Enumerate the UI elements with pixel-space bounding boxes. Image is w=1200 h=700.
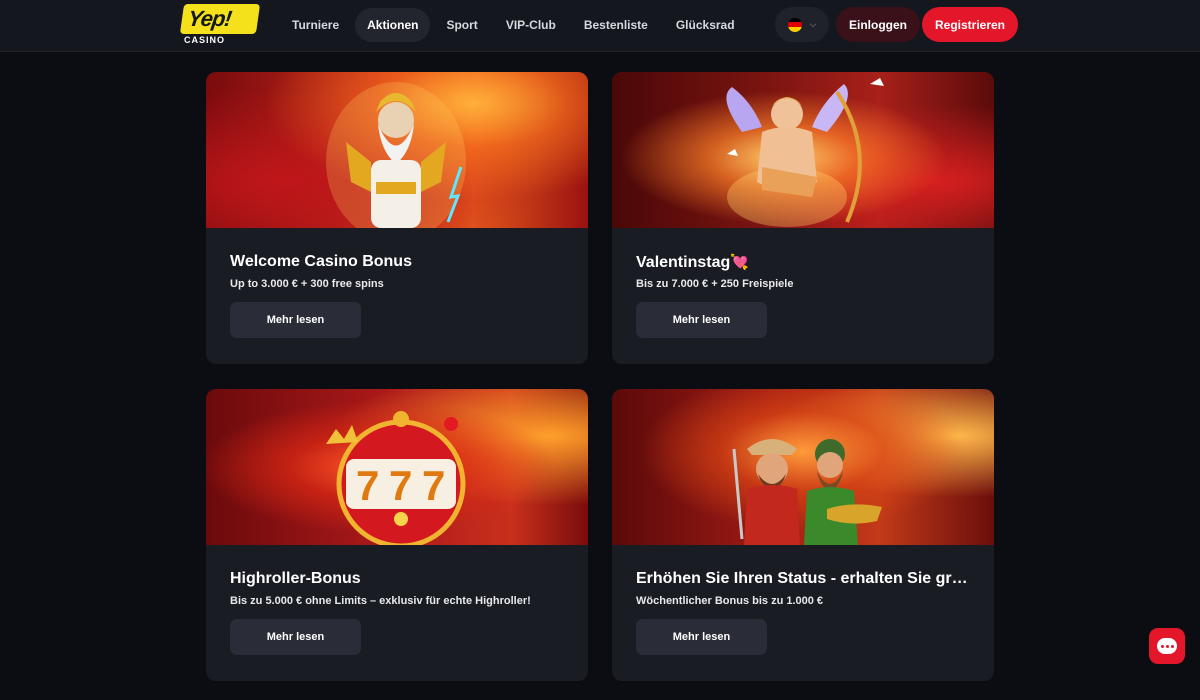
slot-machine-promo-image: 7 7 7 — [206, 389, 588, 545]
promo-subtitle: Up to 3.000 € + 300 free spins — [230, 278, 384, 290]
adventurers-promo-image — [612, 389, 994, 545]
read-more-button[interactable]: Mehr lesen — [230, 302, 361, 338]
heart-arrow-icon: 💘 — [730, 254, 749, 271]
promo-subtitle: Bis zu 5.000 € ohne Limits – exklusiv fü… — [230, 595, 531, 607]
logo-subtitle: CASINO — [184, 35, 226, 45]
promo-card: 7 7 7 Highroller-Bonus Bis zu 5.000 € oh… — [206, 389, 588, 681]
live-chat-button[interactable] — [1149, 628, 1185, 664]
register-button[interactable]: Registrieren — [922, 7, 1018, 42]
promo-card: Valentinstag💘 Bis zu 7.000 € + 250 Freis… — [612, 72, 994, 364]
promo-subtitle: Wöchentlicher Bonus bis zu 1.000 € — [636, 595, 824, 607]
promo-title: Erhöhen Sie Ihren Status - erhalten Sie … — [636, 570, 976, 587]
chevron-down-icon: ⌵ — [809, 19, 817, 29]
top-header: Yep! CASINO Turniere Aktionen Sport VIP-… — [0, 0, 1200, 52]
adventurers-figure-icon — [732, 439, 882, 545]
promo-card: Welcome Casino Bonus Up to 3.000 € + 300… — [206, 72, 588, 364]
login-button[interactable]: Einloggen — [836, 7, 920, 42]
nav-item-gluecksrad[interactable]: Glücksrad — [664, 8, 747, 42]
language-selector[interactable]: ⌵ — [775, 7, 829, 42]
logo-wordmark: Yep! — [179, 4, 261, 34]
promo-title: Welcome Casino Bonus — [230, 253, 412, 270]
cupid-figure-icon — [726, 78, 884, 227]
chat-bubble-icon — [1157, 638, 1177, 654]
promo-title: Highroller-Bonus — [230, 570, 361, 587]
read-more-button[interactable]: Mehr lesen — [636, 302, 767, 338]
slot-777-icon: 7 7 7 — [326, 411, 466, 545]
promo-subtitle: Bis zu 7.000 € + 250 Freispiele — [636, 278, 794, 290]
read-more-button[interactable]: Mehr lesen — [636, 619, 767, 655]
svg-text:7: 7 — [389, 462, 412, 509]
nav-item-bestenliste[interactable]: Bestenliste — [572, 8, 660, 42]
cupid-promo-image — [612, 72, 994, 228]
promo-title-text: Valentinstag — [636, 254, 731, 271]
nav-item-sport[interactable]: Sport — [434, 8, 489, 42]
svg-text:7: 7 — [356, 462, 379, 509]
promo-title: Valentinstag💘 — [636, 253, 976, 272]
yep-casino-logo[interactable]: Yep! CASINO — [179, 4, 261, 46]
zeus-promo-image — [206, 72, 588, 228]
zeus-figure-icon — [326, 82, 466, 228]
nav-item-turniere[interactable]: Turniere — [280, 8, 351, 42]
promo-card: Erhöhen Sie Ihren Status - erhalten Sie … — [612, 389, 994, 681]
nav-item-vip-club[interactable]: VIP-Club — [494, 8, 568, 42]
nav-item-aktionen[interactable]: Aktionen — [355, 8, 431, 42]
main-navigation: Turniere Aktionen Sport VIP-Club Bestenl… — [280, 8, 747, 42]
germany-flag-icon — [787, 17, 802, 32]
read-more-button[interactable]: Mehr lesen — [230, 619, 361, 655]
svg-text:7: 7 — [422, 462, 445, 509]
